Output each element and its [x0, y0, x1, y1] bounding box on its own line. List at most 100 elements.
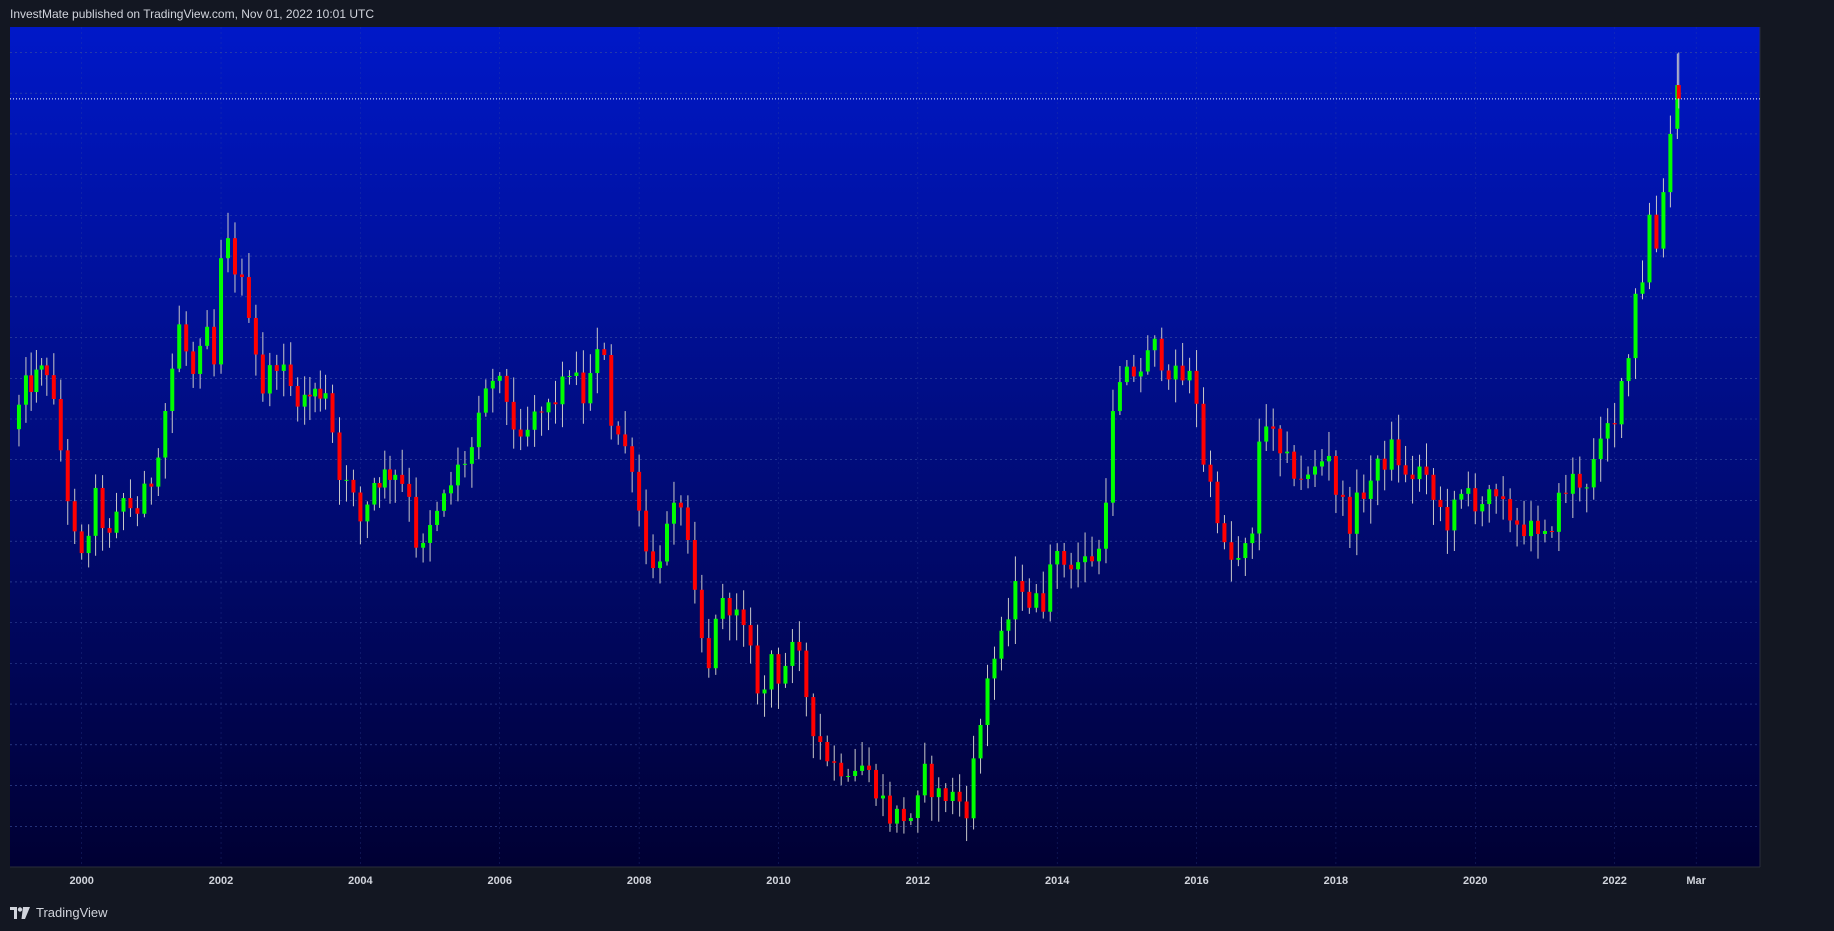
candle-up — [114, 511, 119, 533]
candle-up — [1103, 502, 1108, 549]
candle-down — [1403, 465, 1408, 475]
candle-up — [372, 483, 377, 505]
candle-down — [1215, 481, 1220, 524]
candle-up — [713, 618, 718, 669]
candle-up — [156, 457, 161, 487]
time-tick-label: 2000 — [69, 875, 93, 887]
candle-up — [1368, 480, 1373, 499]
candle-down — [358, 492, 363, 522]
candle-up — [1313, 466, 1318, 475]
candle-down — [246, 277, 251, 318]
candle-down — [706, 638, 711, 669]
candlestick-chart-frame[interactable]: JPY152.000148.000144.000140.000136.00013… — [10, 27, 1762, 894]
candle-up — [1006, 619, 1011, 631]
candle-up — [198, 345, 203, 374]
candle-down — [44, 365, 49, 376]
time-tick-label: 2012 — [906, 875, 930, 887]
candle-up — [720, 598, 725, 619]
candle-down — [1361, 492, 1366, 499]
candle-down — [964, 801, 969, 819]
candle-up — [302, 394, 307, 407]
candle-down — [839, 762, 844, 777]
candlestick-chart[interactable]: JPY152.000148.000144.000140.000136.00013… — [10, 27, 1762, 894]
candle-down — [957, 791, 962, 802]
candle-down — [1299, 478, 1304, 480]
candle-down — [504, 375, 509, 402]
candle-down — [72, 501, 77, 532]
candle-down — [1445, 507, 1450, 531]
candle-down — [100, 487, 105, 529]
candle-up — [1110, 411, 1115, 503]
candle-up — [1326, 455, 1331, 462]
candle-down — [1340, 494, 1345, 497]
candle-up — [219, 258, 224, 365]
candle-up — [532, 411, 537, 430]
candle-up — [442, 493, 447, 511]
candle-down — [1612, 423, 1617, 425]
candle-up — [170, 368, 175, 411]
candle-down — [1522, 524, 1527, 537]
time-tick-label: 2010 — [766, 875, 790, 887]
candle-down — [1438, 499, 1443, 508]
candle-up — [476, 412, 481, 448]
candle-up — [1668, 133, 1673, 193]
candle-down — [1069, 564, 1074, 570]
candle-up — [497, 375, 502, 381]
candle-down — [630, 446, 635, 472]
candle-down — [741, 609, 746, 626]
candle-down — [1229, 542, 1234, 560]
candle-down — [184, 324, 189, 352]
candle-up — [1117, 382, 1122, 412]
candle-up — [39, 365, 44, 370]
candle-down — [1020, 581, 1025, 592]
candle-up — [205, 326, 210, 346]
candle-up — [664, 523, 669, 562]
candle-up — [1647, 214, 1652, 283]
candle-down — [1563, 492, 1568, 494]
candle-up — [860, 765, 865, 771]
candle-up — [1542, 531, 1547, 534]
candle-down — [388, 469, 393, 480]
candle-up — [1257, 441, 1262, 534]
candle-down — [623, 434, 628, 447]
candle-up — [783, 665, 788, 684]
candle-down — [1090, 556, 1095, 562]
candle-up — [177, 324, 182, 369]
candle-down — [337, 432, 342, 481]
candle-down — [1494, 489, 1499, 497]
candle-down — [874, 769, 879, 799]
candle-down — [318, 388, 323, 399]
candle-down — [1535, 520, 1540, 534]
candle-down — [128, 498, 133, 509]
publish-info: InvestMate published on TradingView.com,… — [10, 7, 374, 21]
candle-up — [999, 630, 1004, 659]
candle-up — [455, 464, 460, 486]
candle-down — [1410, 474, 1415, 480]
candle-up — [1145, 350, 1150, 372]
candle-down — [678, 502, 683, 508]
candle-down — [232, 238, 237, 275]
candle-up — [1243, 543, 1248, 559]
candle-down — [1201, 403, 1206, 465]
candle-up — [490, 380, 495, 389]
candle-down — [212, 326, 217, 365]
plot-background — [10, 27, 1760, 867]
candle-up — [1466, 488, 1471, 494]
time-tick-label: 2006 — [488, 875, 512, 887]
candle-down — [414, 496, 419, 548]
candle-up — [1083, 556, 1088, 563]
candle-up — [560, 376, 565, 405]
candle-up — [588, 373, 593, 404]
candle-down — [1577, 473, 1582, 488]
candle-up — [769, 654, 774, 690]
candle-down — [755, 645, 760, 694]
tradingview-brand[interactable]: TradingView — [10, 905, 108, 920]
candle-down — [1382, 458, 1387, 470]
candle-up — [469, 447, 474, 464]
candle-up — [1097, 548, 1102, 562]
candle-down — [58, 398, 63, 451]
candle-up — [421, 542, 426, 548]
candle-up — [1055, 551, 1060, 565]
time-tick-label: 2016 — [1184, 875, 1208, 887]
time-tick-label: 2022 — [1602, 875, 1626, 887]
